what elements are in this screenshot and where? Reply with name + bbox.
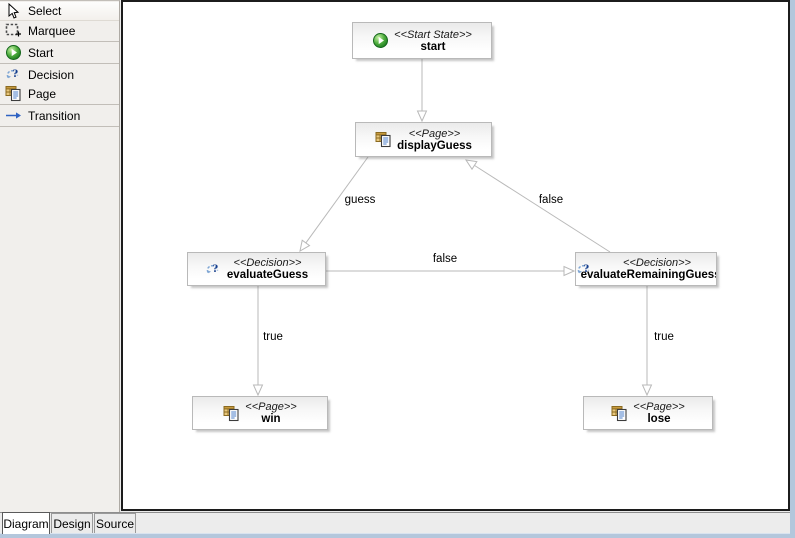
edge-evaluateGuess-to-win[interactable] — [252, 286, 264, 397]
svg-text:?: ? — [12, 66, 18, 80]
palette-group: Transition — [0, 105, 119, 127]
palette-item-label: Page — [28, 86, 57, 101]
palette-group: ? Decision Page — [0, 64, 119, 105]
svg-text:?: ? — [212, 261, 218, 275]
page-icon — [223, 405, 240, 422]
edge-label-evaluateGuess-to-win[interactable]: true — [263, 331, 283, 343]
palette-item-start[interactable]: Start — [0, 43, 119, 62]
edge-label-evalRemaining-to-lose[interactable]: true — [654, 331, 674, 343]
node-stereotype: <<Decision>> — [233, 257, 302, 269]
node-stereotype: <<Decision>> — [623, 257, 691, 269]
palette-item-label: Marquee — [28, 23, 76, 38]
page-icon — [5, 85, 22, 102]
node-win[interactable]: <<Page>> win — [192, 396, 328, 430]
palette-item-label: Start — [28, 45, 54, 60]
flow-diagram-editor: Select Marquee Start? Decision Page Transitio… — [0, 0, 795, 538]
page-icon — [611, 405, 628, 422]
palette-item-label: Transition — [28, 108, 81, 123]
start-icon — [5, 44, 22, 61]
palette-item-marquee[interactable]: Marquee — [0, 21, 119, 40]
select-icon — [5, 2, 22, 20]
node-name: lose — [647, 413, 671, 425]
node-name: displayGuess — [397, 139, 472, 152]
window-frame-right — [790, 0, 795, 538]
palette-group: Start — [0, 42, 119, 64]
page-icon — [375, 131, 392, 148]
palette-item-decision[interactable]: ? Decision — [0, 65, 119, 84]
arrowhead-icon — [299, 239, 311, 252]
start-icon — [372, 32, 389, 49]
edge-label-evaluateGuess-to-evalRemaining[interactable]: false — [433, 253, 457, 265]
node-lose[interactable]: <<Page>> lose — [583, 396, 713, 430]
editor-tab-strip: Diagram Design Source — [0, 512, 790, 534]
palette-group: Select Marquee — [0, 1, 119, 42]
palette-item-label: Select — [28, 4, 62, 18]
tab-source[interactable]: Source — [94, 513, 136, 533]
node-name: start — [420, 40, 446, 53]
node-evaluateRemainingGuesses[interactable]: ?<<Decision>>evaluateRemainingGuesses — [575, 252, 717, 286]
marquee-icon — [5, 22, 22, 39]
edge-evalRemaining-to-displayGuess[interactable] — [464, 159, 611, 253]
transition-icon — [5, 107, 22, 124]
decision-icon: ? — [205, 261, 222, 278]
node-evaluateGuess[interactable]: ? <<Decision>> evaluateGuess — [187, 252, 326, 286]
edge-evalRemaining-to-lose[interactable] — [641, 286, 653, 397]
node-stereotype: <<Page>> — [245, 401, 297, 413]
window-frame-bottom — [0, 533, 795, 538]
arrowhead-icon — [563, 265, 576, 277]
node-name: win — [261, 413, 281, 425]
arrowhead-icon — [252, 384, 264, 397]
palette-item-label: Decision — [28, 67, 75, 82]
arrowhead-icon — [641, 384, 653, 397]
palette-item-transition[interactable]: Transition — [0, 106, 119, 125]
node-name: evaluateGuess — [226, 269, 309, 281]
diagram-canvas[interactable]: guess false false true true <<Start State>> st… — [121, 0, 790, 511]
node-stereotype: <<Start State>> — [394, 28, 472, 41]
tab-design[interactable]: Design — [51, 513, 93, 533]
tab-diagram[interactable]: Diagram — [2, 512, 50, 534]
edge-label-evalRemaining-to-displayGuess[interactable]: false — [539, 194, 563, 206]
edge-label-displayGuess-to-evaluateGuess[interactable]: guess — [345, 194, 376, 206]
palette-item-select[interactable]: Select — [0, 2, 119, 21]
edge-evaluateGuess-to-evalRemaining[interactable] — [326, 265, 576, 277]
arrowhead-icon — [416, 110, 428, 123]
decision-icon: ? — [5, 66, 22, 83]
node-stereotype: <<Page>> — [633, 401, 685, 413]
node-start[interactable]: <<Start State>> start — [352, 22, 492, 59]
edge-start-to-displayGuess[interactable] — [416, 59, 428, 123]
palette-item-page[interactable]: Page — [0, 84, 119, 103]
node-stereotype: <<Page>> — [408, 127, 461, 140]
node-name: evaluateRemainingGuesses — [580, 269, 716, 281]
node-displayGuess[interactable]: <<Page>> displayGuess — [355, 122, 492, 157]
tool-palette: Select Marquee Start? Decision Page Transitio… — [0, 0, 120, 512]
arrowhead-icon — [464, 159, 478, 171]
